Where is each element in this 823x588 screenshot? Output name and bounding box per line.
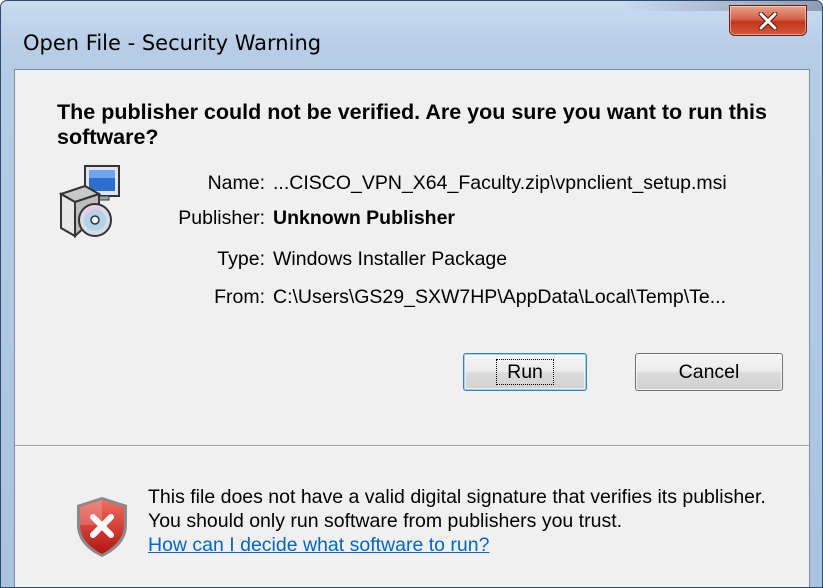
footer-message-block: This file does not have a valid digital … [148, 485, 788, 557]
title-bar[interactable]: Open File - Security Warning [1, 1, 822, 61]
warning-heading: The publisher could not be verified. Are… [57, 100, 767, 149]
signature-warning-text: This file does not have a valid digital … [148, 486, 766, 532]
file-source-value: C:\Users\GS29_SXW7HP\AppData\Local\Temp\… [273, 286, 727, 308]
security-warning-window: Open File - Security Warning The publish… [0, 0, 823, 588]
detail-row-from: From: C:\Users\GS29_SXW7HP\AppData\Local… [15, 286, 811, 316]
detail-row-publisher: Publisher: Unknown Publisher [15, 207, 811, 237]
run-button[interactable]: Run [463, 353, 587, 391]
dialog-body: The publisher could not be verified. Are… [14, 69, 811, 587]
cancel-button-label: Cancel [678, 360, 740, 383]
detail-label: Name: [207, 172, 265, 194]
detail-label: From: [214, 286, 265, 308]
close-x-icon [758, 11, 778, 30]
run-button-label: Run [496, 359, 554, 385]
detail-row-name: Name: ...CISCO_VPN_X64_Faculty.zip\vpncl… [15, 172, 811, 202]
cancel-button[interactable]: Cancel [635, 353, 783, 391]
close-button[interactable] [729, 5, 807, 36]
signature-warning-footer: This file does not have a valid digital … [15, 447, 809, 587]
file-name-value: ...CISCO_VPN_X64_Faculty.zip\vpnclient_s… [273, 172, 727, 194]
file-type-value: Windows Installer Package [273, 248, 508, 270]
shield-error-icon [73, 495, 131, 559]
publisher-value: Unknown Publisher [273, 207, 456, 229]
help-link[interactable]: How can I decide what software to run? [148, 533, 489, 557]
detail-label: Type: [217, 248, 265, 270]
detail-row-type: Type: Windows Installer Package [15, 248, 811, 278]
window-title: Open File - Security Warning [23, 31, 322, 55]
detail-label: Publisher: [178, 207, 265, 229]
